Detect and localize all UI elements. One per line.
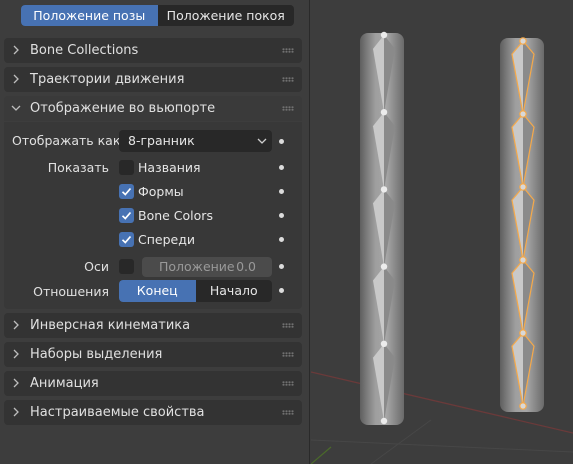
drag-handle-icon[interactable] bbox=[282, 410, 294, 415]
panel-title: Инверсная кинематика bbox=[30, 318, 191, 333]
bone-joint bbox=[519, 402, 527, 410]
chevron-right-icon bbox=[13, 378, 19, 388]
bone-joint bbox=[380, 109, 388, 116]
bone-joint bbox=[380, 263, 388, 270]
animate-property-dot[interactable] bbox=[279, 264, 284, 269]
animate-property-dot[interactable] bbox=[279, 213, 284, 218]
checkmark-icon bbox=[121, 211, 132, 220]
bone-colors-checkbox[interactable] bbox=[119, 208, 134, 223]
in-front-label: Спереди bbox=[138, 232, 195, 247]
axes-position-value: 0.0 bbox=[236, 259, 256, 274]
display-as-dropdown[interactable]: 8-гранник bbox=[119, 130, 272, 152]
bone-joint bbox=[380, 417, 388, 425]
pose-position-button[interactable]: Положение позы bbox=[21, 5, 158, 26]
chevron-down-icon bbox=[11, 105, 21, 111]
display-as-label: Отображать как bbox=[12, 133, 121, 148]
axes-position-label: Положение bbox=[159, 259, 235, 274]
chevron-right-icon bbox=[13, 74, 19, 84]
panel-header-custom-properties[interactable]: Настраиваемые свойства bbox=[4, 400, 302, 425]
relations-label: Отношения bbox=[33, 284, 109, 299]
axes-label: Оси bbox=[84, 259, 109, 274]
panel-header-motion-paths[interactable]: Траектории движения bbox=[4, 67, 302, 92]
grid-line bbox=[370, 419, 432, 464]
checkmark-icon bbox=[121, 187, 132, 196]
names-checkbox[interactable] bbox=[119, 160, 134, 175]
viewport-scene bbox=[311, 31, 573, 464]
bone-colors-label: Bone Colors bbox=[138, 208, 213, 223]
bone-joint bbox=[519, 256, 527, 264]
3d-viewport[interactable] bbox=[311, 0, 573, 464]
bone-joint bbox=[519, 329, 527, 337]
drag-handle-icon[interactable] bbox=[282, 48, 294, 53]
bone-joint bbox=[380, 31, 388, 39]
animate-property-dot[interactable] bbox=[279, 288, 284, 293]
bone-joint bbox=[519, 110, 527, 118]
axes-checkbox[interactable] bbox=[119, 259, 134, 274]
rest-position-button[interactable]: Положение покоя bbox=[158, 5, 295, 26]
panel-header-viewport-display[interactable]: Отображение во вьюпорте bbox=[4, 96, 302, 121]
shapes-checkbox[interactable] bbox=[119, 184, 134, 199]
chevron-right-icon bbox=[13, 407, 19, 417]
names-label: Названия bbox=[138, 160, 201, 175]
animate-property-dot[interactable] bbox=[279, 165, 284, 170]
chevron-right-icon bbox=[13, 45, 19, 55]
drag-handle-icon[interactable] bbox=[282, 77, 294, 82]
properties-panel: Положение позы Положение покоя Bone Coll… bbox=[0, 0, 310, 464]
bone-joint bbox=[380, 340, 388, 347]
chevron-down-icon bbox=[257, 138, 267, 144]
relations-tail-button[interactable]: Конец bbox=[119, 280, 196, 302]
axes-position-field: Положение 0.0 bbox=[142, 257, 272, 277]
panel-title: Анимация bbox=[30, 376, 99, 391]
grid-line bbox=[311, 439, 573, 453]
animate-property-dot[interactable] bbox=[279, 237, 284, 242]
animate-property-dot[interactable] bbox=[279, 139, 284, 144]
checkmark-icon bbox=[121, 235, 132, 244]
bone-joint bbox=[380, 186, 388, 193]
panel-title: Настраиваемые свойства bbox=[30, 405, 205, 420]
bone-joint bbox=[519, 37, 527, 45]
y-axis-line bbox=[311, 446, 332, 464]
panel-header-animation[interactable]: Анимация bbox=[4, 371, 302, 396]
chevron-right-icon bbox=[13, 320, 19, 330]
relations-head-button[interactable]: Начало bbox=[196, 280, 273, 302]
display-as-value: 8-гранник bbox=[128, 133, 195, 148]
panel-title: Траектории движения bbox=[30, 72, 185, 87]
drag-handle-icon[interactable] bbox=[282, 381, 294, 386]
panel-title: Отображение во вьюпорте bbox=[30, 101, 216, 116]
panel-title: Наборы выделения bbox=[30, 347, 163, 362]
bone-joint bbox=[519, 183, 527, 191]
animate-property-dot[interactable] bbox=[279, 189, 284, 194]
shapes-label: Формы bbox=[138, 184, 184, 199]
drag-handle-icon[interactable] bbox=[282, 106, 294, 111]
panel-header-selection-sets[interactable]: Наборы выделения bbox=[4, 342, 302, 367]
panel-title: Bone Collections bbox=[30, 43, 139, 58]
panel-header-bone-collections[interactable]: Bone Collections bbox=[4, 38, 302, 63]
panel-header-inverse-kinematics[interactable]: Инверсная кинематика bbox=[4, 313, 302, 338]
chevron-right-icon bbox=[13, 349, 19, 359]
drag-handle-icon[interactable] bbox=[282, 352, 294, 357]
in-front-checkbox[interactable] bbox=[119, 232, 134, 247]
pose-position-toggle: Положение позы Положение покоя bbox=[21, 5, 294, 26]
relations-toggle: Конец Начало bbox=[119, 280, 272, 302]
drag-handle-icon[interactable] bbox=[282, 323, 294, 328]
show-label: Показать bbox=[47, 160, 109, 175]
